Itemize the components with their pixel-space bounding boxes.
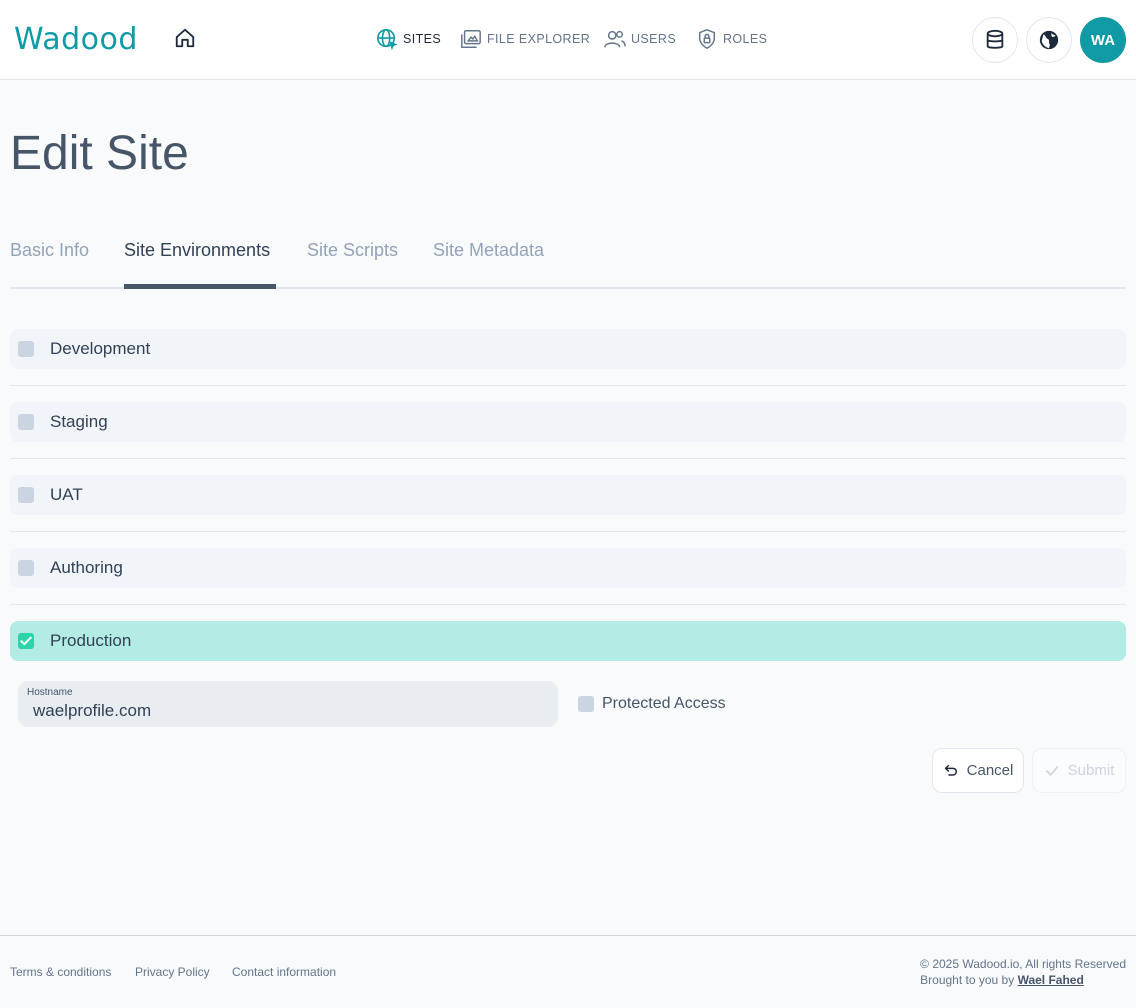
hostname-label: Hostname bbox=[27, 687, 73, 698]
protected-access-label: Protected Access bbox=[602, 695, 726, 712]
undo-icon bbox=[944, 764, 957, 776]
nav-label: SITES bbox=[403, 32, 442, 46]
divider bbox=[10, 604, 1126, 605]
folder-icon bbox=[461, 30, 481, 48]
env-checkbox-checked[interactable] bbox=[18, 633, 34, 649]
database-button[interactable] bbox=[972, 17, 1018, 63]
top-navigation-bar: Wadood SITES FILE EXPLORER USERS ROLES W… bbox=[0, 0, 1136, 80]
env-checkbox[interactable] bbox=[18, 414, 34, 430]
wadood-logo[interactable]: Wadood bbox=[14, 22, 138, 57]
hostname-field[interactable]: Hostname bbox=[18, 681, 558, 727]
nav-roles[interactable]: ROLES bbox=[696, 28, 767, 50]
divider bbox=[10, 385, 1126, 386]
nav-users[interactable]: USERS bbox=[604, 28, 676, 50]
protected-access-checkbox[interactable] bbox=[578, 696, 594, 712]
user-avatar[interactable]: WA bbox=[1080, 17, 1126, 63]
brought-by-line: Brought to you by Wael Fahed bbox=[920, 972, 1126, 988]
hostname-input[interactable] bbox=[33, 701, 533, 721]
check-icon bbox=[1045, 765, 1058, 776]
footer: Terms & conditions Privacy Policy Contac… bbox=[0, 935, 1136, 1008]
tab-site-scripts[interactable]: Site Scripts bbox=[307, 240, 398, 289]
nav-label: ROLES bbox=[723, 32, 768, 46]
author-link[interactable]: Wael Fahed bbox=[1018, 973, 1084, 987]
env-row-uat[interactable]: UAT bbox=[10, 475, 1126, 515]
env-label: Staging bbox=[50, 412, 108, 431]
footer-credits: © 2025 Wadood.io, All rights Reserved Br… bbox=[920, 956, 1126, 988]
nav-file-explorer[interactable]: FILE EXPLORER bbox=[460, 28, 590, 50]
footer-link-terms[interactable]: Terms & conditions bbox=[10, 965, 111, 979]
footer-link-privacy[interactable]: Privacy Policy bbox=[135, 965, 210, 979]
divider bbox=[10, 458, 1126, 459]
env-row-authoring[interactable]: Authoring bbox=[10, 548, 1126, 588]
database-icon bbox=[986, 29, 1004, 49]
env-row-production[interactable]: Production bbox=[10, 621, 1126, 661]
tab-bar: Basic Info Site Environments Site Script… bbox=[10, 240, 1126, 289]
env-checkbox[interactable] bbox=[18, 341, 34, 357]
env-row-development[interactable]: Development bbox=[10, 329, 1126, 369]
submit-button[interactable]: Submit bbox=[1032, 748, 1126, 793]
env-label: Authoring bbox=[50, 558, 123, 577]
nav-label: FILE EXPLORER bbox=[487, 32, 591, 46]
home-icon[interactable] bbox=[174, 27, 196, 49]
brought-by-text: Brought to you by bbox=[920, 973, 1015, 987]
submit-label: Submit bbox=[1067, 762, 1115, 779]
env-label: UAT bbox=[50, 485, 83, 504]
nav-label: USERS bbox=[631, 32, 677, 46]
tab-site-environments[interactable]: Site Environments bbox=[124, 240, 276, 289]
tab-site-metadata[interactable]: Site Metadata bbox=[433, 240, 544, 289]
shield-lock-icon bbox=[698, 29, 716, 49]
divider bbox=[10, 531, 1126, 532]
cancel-label: Cancel bbox=[966, 762, 1014, 779]
users-icon bbox=[604, 30, 626, 48]
page-title: Edit Site bbox=[10, 127, 189, 180]
copyright-text: © 2025 Wadood.io, All rights Reserved bbox=[920, 957, 1126, 971]
env-row-staging[interactable]: Staging bbox=[10, 402, 1126, 442]
globe-icon bbox=[377, 29, 398, 50]
tab-basic-info[interactable]: Basic Info bbox=[10, 240, 89, 289]
nav-sites[interactable]: SITES bbox=[376, 28, 441, 50]
cancel-button[interactable]: Cancel bbox=[932, 748, 1024, 793]
language-button[interactable] bbox=[1026, 17, 1072, 63]
env-label: Production bbox=[50, 631, 132, 650]
env-checkbox[interactable] bbox=[18, 560, 34, 576]
env-checkbox[interactable] bbox=[18, 487, 34, 503]
globe-filled-icon bbox=[1039, 30, 1059, 50]
env-label: Development bbox=[50, 339, 151, 358]
footer-link-contact[interactable]: Contact information bbox=[232, 965, 336, 979]
